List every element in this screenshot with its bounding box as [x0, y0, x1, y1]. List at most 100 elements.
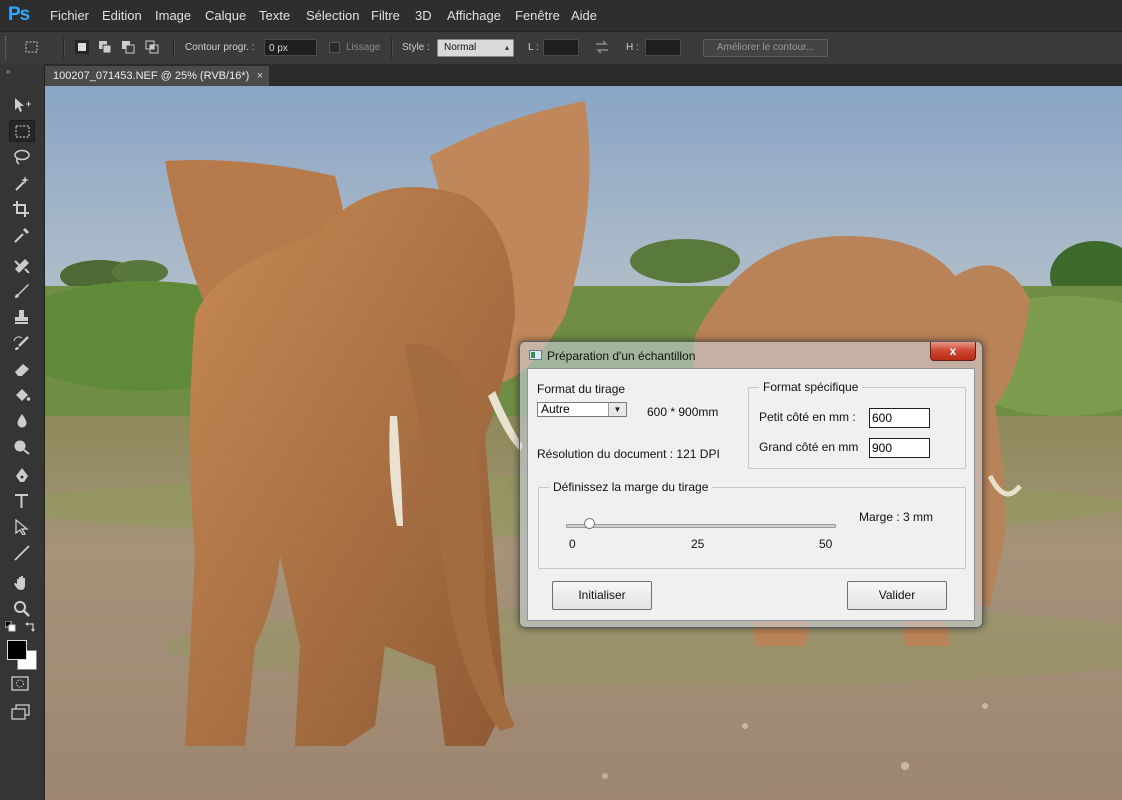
path-selection-tool[interactable] — [9, 516, 35, 538]
subtract-from-selection-icon[interactable] — [121, 40, 135, 54]
menu-calque[interactable]: Calque — [205, 8, 246, 23]
smooth-checkbox[interactable] — [329, 42, 340, 53]
water-drop-icon — [17, 414, 27, 428]
dialog-close-button[interactable]: x — [930, 342, 976, 361]
menu-affichage[interactable]: Affichage — [447, 8, 501, 23]
menu-3d[interactable]: 3D — [415, 8, 432, 23]
screen-mode-icon[interactable] — [11, 704, 31, 720]
dodge-tool[interactable] — [9, 436, 35, 458]
document-tab[interactable]: 100207_071453.NEF @ 25% (RVB/16*) × — [45, 66, 269, 86]
pen-icon — [16, 468, 28, 482]
margin-group: Définissez la marge du tirage — [538, 480, 966, 569]
margin-legend: Définissez la marge du tirage — [549, 480, 713, 494]
margin-slider-track[interactable] — [566, 524, 836, 528]
format-select-value: Autre — [541, 402, 570, 416]
eyedropper-icon — [14, 228, 29, 243]
default-colors-icon[interactable] — [5, 621, 17, 633]
refine-edge-button[interactable]: Améliorer le contour... — [703, 39, 828, 57]
width-input[interactable] — [543, 39, 579, 56]
window-app-icon — [529, 350, 542, 360]
magic-wand-icon — [15, 176, 29, 191]
style-value: Normal — [444, 42, 477, 53]
smooth-label: Lissage — [346, 42, 381, 53]
eraser-icon — [15, 364, 29, 376]
magic-wand-tool[interactable] — [9, 172, 35, 194]
document-tab-bar: 100207_071453.NEF @ 25% (RVB/16*) × — [45, 64, 1122, 86]
short-side-input[interactable]: 600 — [869, 408, 930, 428]
swap-arrows-icon[interactable] — [594, 40, 608, 54]
style-label: Style : — [402, 42, 430, 53]
lasso-icon — [14, 149, 30, 165]
updown-arrows-icon: ▴ — [504, 43, 509, 52]
crop-icon — [13, 201, 29, 217]
rect-marquee-preset-icon[interactable] — [25, 40, 39, 54]
format-size-text: 600 * 900mm — [647, 405, 719, 419]
options-bar: Contour progr. : 0 px Lissage Style : No… — [0, 31, 1122, 66]
collapse-panel-icon[interactable]: » — [6, 67, 10, 76]
add-to-selection-icon[interactable] — [98, 40, 112, 54]
menu-selection[interactable]: Sélection — [306, 8, 359, 23]
lasso-tool[interactable] — [9, 146, 35, 168]
rect-marquee-icon — [15, 125, 30, 138]
menu-image[interactable]: Image — [155, 8, 191, 23]
format-label: Format du tirage — [537, 382, 626, 396]
brush-tool[interactable] — [9, 280, 35, 302]
grip-handle[interactable] — [5, 36, 9, 60]
clone-stamp-tool[interactable] — [9, 306, 35, 328]
bandage-icon — [14, 259, 30, 273]
move-icon — [15, 98, 31, 112]
resolution-text: Résolution du document : 121 DPI — [537, 447, 720, 461]
hand-tool[interactable] — [9, 572, 35, 594]
eraser-tool[interactable] — [9, 358, 35, 380]
pen-tool[interactable] — [9, 464, 35, 486]
long-side-label: Grand côté en mm — [759, 440, 859, 454]
paint-bucket-tool[interactable] — [9, 384, 35, 406]
long-side-input[interactable]: 900 — [869, 438, 930, 458]
format-select[interactable]: Autre ▼ — [537, 402, 627, 417]
menu-filtre[interactable]: Filtre — [371, 8, 400, 23]
validate-button[interactable]: Valider — [847, 581, 947, 610]
close-tab-icon[interactable]: × — [257, 66, 263, 86]
dialog-body: Format du tirage Autre ▼ 600 * 900mm Rés… — [527, 368, 975, 621]
separator — [391, 38, 393, 58]
dialog-title: Préparation d'un échantillon — [547, 349, 696, 363]
margin-slider-thumb[interactable] — [583, 518, 595, 529]
height-label: H : — [626, 42, 639, 53]
style-select[interactable]: Normal ▴ — [437, 39, 514, 57]
paint-bucket-icon — [16, 389, 31, 401]
initialize-button[interactable]: Initialiser — [552, 581, 652, 610]
line-icon — [14, 545, 30, 561]
type-tool[interactable] — [9, 490, 35, 512]
menu-fenetre[interactable]: Fenêtre — [515, 8, 560, 23]
zoom-tool[interactable] — [9, 598, 35, 620]
new-selection-icon[interactable] — [75, 40, 89, 54]
move-tool[interactable] — [9, 94, 35, 116]
line-tool[interactable] — [9, 542, 35, 564]
menu-edition[interactable]: Edition — [102, 8, 142, 23]
height-input[interactable] — [645, 39, 681, 56]
rect-marquee-tool[interactable] — [9, 120, 35, 142]
menu-texte[interactable]: Texte — [259, 8, 290, 23]
blur-tool[interactable] — [9, 410, 35, 432]
margin-value-text: Marge : 3 mm — [859, 510, 934, 524]
feather-input[interactable]: 0 px — [264, 39, 317, 56]
quick-mask-icon[interactable] — [11, 676, 31, 692]
tools-panel: » — [0, 64, 45, 800]
hand-icon — [14, 576, 25, 590]
brush-icon — [15, 284, 29, 298]
menu-aide[interactable]: Aide — [571, 8, 597, 23]
specific-format-group: Format spécifique Petit côté en mm : 600… — [748, 380, 966, 469]
foreground-color-swatch[interactable] — [7, 640, 27, 660]
intersect-selection-icon[interactable] — [145, 40, 159, 54]
crop-tool[interactable] — [9, 198, 35, 220]
width-label: L : — [528, 42, 539, 53]
path-select-icon — [15, 519, 29, 535]
menu-bar: Ps Fichier Edition Image Calque Texte Sé… — [0, 0, 1122, 31]
slider-max-label: 50 — [819, 537, 833, 551]
swap-colors-icon[interactable] — [25, 621, 37, 633]
history-brush-tool[interactable] — [9, 332, 35, 354]
menu-fichier[interactable]: Fichier — [50, 8, 89, 23]
magnifier-icon — [14, 601, 30, 617]
eyedropper-tool[interactable] — [9, 224, 35, 246]
healing-brush-tool[interactable] — [9, 254, 35, 276]
